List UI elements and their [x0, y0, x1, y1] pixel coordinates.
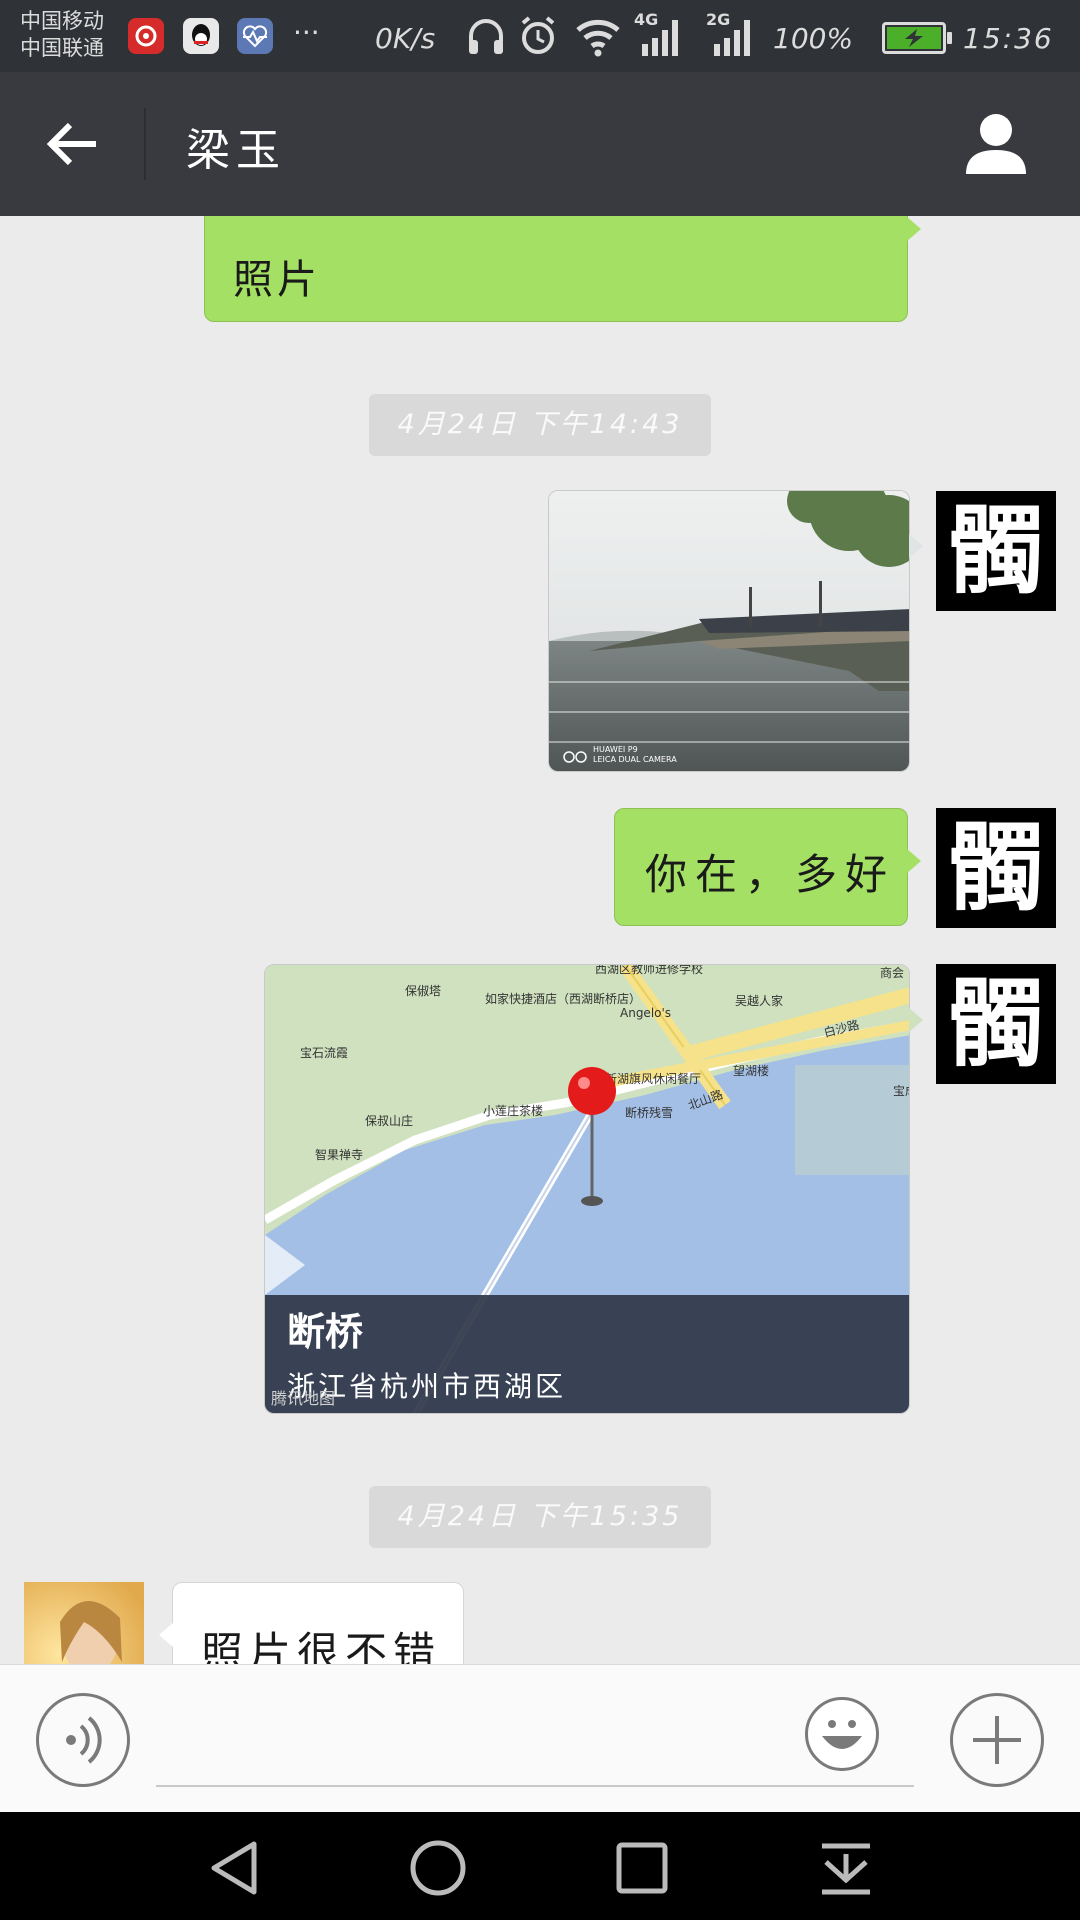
signal-icon [640, 14, 684, 62]
alarm-icon [518, 14, 558, 62]
message-bubble-mine[interactable]: 你在，多好 [614, 808, 921, 926]
photo-message[interactable]: HUAWEI P9 LEICA DUAL CAMERA [548, 490, 910, 772]
system-nav-bar [0, 1812, 1080, 1920]
clock: 15:36 [963, 22, 1054, 55]
more-notifications: ··· [293, 16, 320, 49]
smiley-icon [822, 1720, 862, 1749]
wifi-icon [574, 14, 622, 62]
header-divider [144, 108, 146, 180]
nav-home-button[interactable] [406, 1836, 470, 1900]
timestamp: 4月24日 下午14:43 [369, 394, 711, 456]
battery-icon [882, 22, 952, 54]
location-name: 断桥 [287, 1310, 364, 1354]
voice-button[interactable] [36, 1693, 130, 1787]
location-message[interactable]: 西湖区教师进修学校 保俶塔 如家快捷酒店（西湖断桥店） Angelo's 吴越人… [264, 964, 910, 1414]
bubble-tail [909, 534, 923, 558]
nav-back-icon [211, 1841, 257, 1895]
voice-icon [66, 1716, 102, 1764]
map-label: 商会 [880, 965, 904, 980]
chat-header: 梁玉 [0, 72, 1080, 216]
message-list[interactable]: 照片 4月24日 下午14:43 HUAWEI P9 LEICA DUAL CA… [0, 216, 1080, 1664]
map-label: 智果禅寺 [315, 1147, 363, 1162]
nav-notification-button[interactable] [814, 1836, 878, 1900]
contact-avatar[interactable] [24, 1582, 144, 1664]
map-label: 宝石流霞 [300, 1046, 348, 1060]
chat-title: 梁玉 [186, 125, 286, 176]
location-caption: 断桥 浙江省杭州市西湖区 腾讯地图 [265, 1295, 909, 1413]
chat-info-button[interactable] [960, 108, 1032, 180]
carrier-info: 中国移动 中国联通 [20, 8, 104, 62]
carrier-1: 中国移动 [20, 9, 104, 33]
lake-photo [549, 491, 909, 771]
netease-music-icon [128, 18, 164, 54]
map-label: 西湖区教师进修学校 [595, 965, 703, 976]
input-bar [0, 1664, 1080, 1812]
back-button[interactable] [30, 104, 114, 184]
message-text: 照片 [233, 257, 321, 303]
headphones-icon [466, 14, 506, 62]
status-bar: 中国移动 中国联通 ··· 0K/s 4G 2G 100% 15:36 [0, 0, 1080, 72]
battery-fill [887, 27, 941, 49]
timestamp: 4月24日 下午15:35 [369, 1486, 711, 1548]
nav-back-button[interactable] [204, 1836, 268, 1900]
signal-icon-2 [712, 14, 756, 62]
map-label: 保俶塔 [405, 984, 441, 998]
message-input[interactable] [156, 1687, 914, 1787]
map-label: 新湖旗风休闲餐厅 [605, 1071, 701, 1086]
plus-icon [973, 1716, 1021, 1764]
qq-icon [183, 18, 219, 54]
map-label: 宝成 [893, 1084, 910, 1098]
my-avatar[interactable]: 髑 [936, 491, 1056, 611]
network-speed: 0K/s [375, 22, 436, 55]
arrow-left-icon [46, 122, 96, 166]
message-bubble-other[interactable]: 照片很不错 [159, 1582, 464, 1664]
map-label: 如家快捷酒店（西湖断桥店） [485, 991, 641, 1006]
battery-percent: 100% [773, 22, 854, 55]
nav-home-icon [410, 1840, 466, 1896]
message-bubble-partial[interactable]: 照片 [204, 216, 921, 322]
nav-recent-button[interactable] [610, 1836, 674, 1900]
message-text: 照片很不错 [201, 1628, 442, 1664]
bubble-tail [909, 1008, 923, 1032]
map-label: 吴越人家 [735, 993, 783, 1008]
my-avatar[interactable]: 髑 [936, 808, 1056, 928]
message-text: 你在，多好 [645, 850, 896, 899]
more-options-button[interactable] [950, 1693, 1044, 1787]
health-icon [237, 18, 273, 54]
emoji-button[interactable] [805, 1697, 879, 1771]
carrier-2: 中国联通 [20, 36, 104, 60]
map-label: Angelo's [620, 1006, 671, 1020]
map-provider-logo: 腾讯地图 [271, 1389, 336, 1408]
map-label: 断桥残雪 [625, 1105, 673, 1120]
nav-notification-icon [822, 1843, 870, 1895]
map-label: 望湖楼 [733, 1063, 769, 1078]
map-label: 保叔山庄 [365, 1113, 413, 1128]
camera-watermark: HUAWEI P9 LEICA DUAL CAMERA [593, 745, 677, 764]
map-label: 小莲庄茶楼 [483, 1103, 543, 1118]
person-icon [966, 114, 1026, 174]
nav-recent-icon [616, 1842, 668, 1894]
my-avatar[interactable]: 髑 [936, 964, 1056, 1084]
